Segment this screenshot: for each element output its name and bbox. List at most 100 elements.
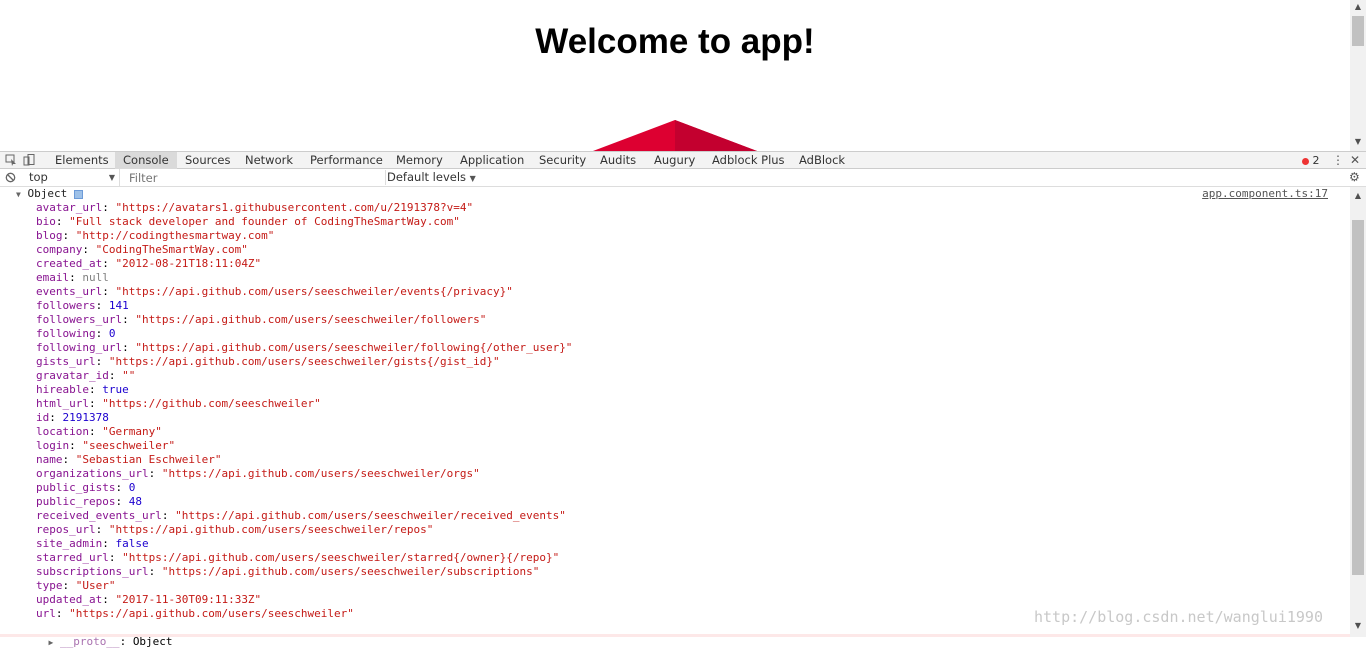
tab-memory[interactable]: Memory <box>388 152 451 169</box>
property-row[interactable]: gists_url: "https://api.github.com/users… <box>36 355 500 369</box>
property-row[interactable]: blog: "http://codingthesmartway.com" <box>36 229 274 243</box>
property-row[interactable]: subscriptions_url: "https://api.github.c… <box>36 565 539 579</box>
property-row[interactable]: following: 0 <box>36 327 115 341</box>
chevron-down-icon: ▼ <box>469 174 476 183</box>
property-key: site_admin <box>36 537 103 550</box>
property-key: public_repos <box>36 495 116 508</box>
property-separator: : <box>88 425 103 438</box>
property-row[interactable]: created_at: "2012-08-21T18:11:04Z" <box>36 257 261 271</box>
tab-adblock-plus[interactable]: Adblock Plus <box>704 152 793 169</box>
property-key: events_url <box>36 285 103 298</box>
property-row[interactable]: company: "CodingTheSmartWay.com" <box>36 243 248 257</box>
tab-augury[interactable]: Augury <box>646 152 703 169</box>
property-separator: : <box>115 495 129 508</box>
scroll-up-icon[interactable]: ▲ <box>1350 0 1366 14</box>
tab-sources[interactable]: Sources <box>177 152 239 169</box>
proto-row[interactable]: ▶ __proto__: Object <box>22 621 173 648</box>
property-row[interactable]: type: "User" <box>36 579 116 593</box>
property-key: received_events_url <box>36 509 162 522</box>
property-row[interactable]: gravatar_id: "" <box>36 369 135 383</box>
property-row[interactable]: public_repos: 48 <box>36 495 142 509</box>
property-key: bio <box>36 215 56 228</box>
property-separator: : <box>95 299 109 312</box>
property-row[interactable]: site_admin: false <box>36 537 149 551</box>
property-separator: : <box>69 271 83 284</box>
expand-right-icon[interactable]: ▶ <box>49 638 54 647</box>
property-value: "2017-11-30T09:11:33Z" <box>115 593 262 606</box>
inspect-element-icon[interactable] <box>5 154 17 166</box>
property-value: "https://api.github.com/users/seeschweil… <box>122 551 560 564</box>
object-entry[interactable]: ▼ Object <box>16 187 83 201</box>
property-row[interactable]: organizations_url: "https://api.github.c… <box>36 467 480 481</box>
tab-adblock[interactable]: AdBlock <box>791 152 853 169</box>
property-value: "https://api.github.com/users/seeschweil… <box>175 509 566 522</box>
property-row[interactable]: updated_at: "2017-11-30T09:11:33Z" <box>36 593 261 607</box>
property-row[interactable]: email: null <box>36 271 109 285</box>
property-row[interactable]: followers_url: "https://api.github.com/u… <box>36 313 486 327</box>
property-key: following <box>36 327 96 340</box>
property-row[interactable]: avatar_url: "https://avatars1.githubuser… <box>36 201 473 215</box>
property-separator: : <box>122 313 136 326</box>
property-row[interactable]: html_url: "https://github.com/seeschweil… <box>36 397 321 411</box>
scroll-down-icon[interactable]: ▼ <box>1350 135 1366 149</box>
property-separator: : <box>102 257 116 270</box>
context-selector[interactable]: top ▼ <box>23 169 120 186</box>
property-row[interactable]: hireable: true <box>36 383 129 397</box>
source-link[interactable]: app.component.ts:17 <box>1202 187 1328 201</box>
property-separator: : <box>102 593 116 606</box>
error-counter[interactable]: 2 <box>1302 152 1320 169</box>
log-levels-dropdown[interactable]: Default levels ▼ <box>387 169 476 186</box>
property-row[interactable]: received_events_url: "https://api.github… <box>36 509 566 523</box>
close-devtools-icon[interactable]: ✕ <box>1350 152 1360 169</box>
property-key: name <box>36 453 63 466</box>
property-value: "User" <box>75 579 116 592</box>
property-key: subscriptions_url <box>36 565 149 578</box>
property-row[interactable]: repos_url: "https://api.github.com/users… <box>36 523 433 537</box>
property-key: location <box>36 425 89 438</box>
device-toolbar-icon[interactable] <box>23 154 35 166</box>
tab-performance[interactable]: Performance <box>302 152 391 169</box>
tab-audits[interactable]: Audits <box>592 152 644 169</box>
console-scrollbar[interactable]: ▲ ▼ <box>1350 187 1366 637</box>
property-separator: : <box>55 215 70 228</box>
devtools-tab-bar: Elements Console Sources Network Perform… <box>0 151 1366 169</box>
page-scrollbar[interactable]: ▲ ▼ <box>1350 0 1366 151</box>
property-row[interactable]: following_url: "https://api.github.com/u… <box>36 341 572 355</box>
tab-application[interactable]: Application <box>452 152 532 169</box>
more-options-icon[interactable]: ⋮ <box>1332 152 1344 169</box>
console-settings-icon[interactable]: ⚙ <box>1349 169 1360 186</box>
tab-console[interactable]: Console <box>115 152 177 169</box>
property-separator: : <box>122 341 136 354</box>
page-scrollbar-thumb[interactable] <box>1352 16 1364 46</box>
property-separator: : <box>148 467 162 480</box>
expand-triangle-icon[interactable]: ▼ <box>16 190 21 199</box>
property-key: public_gists <box>36 481 116 494</box>
scroll-up-icon[interactable]: ▲ <box>1350 189 1366 203</box>
property-value: true <box>102 383 129 396</box>
property-row[interactable]: url: "https://api.github.com/users/seesc… <box>36 607 354 621</box>
property-row[interactable]: id: 2191378 <box>36 411 109 425</box>
property-value: "https://api.github.com/users/seeschweil… <box>135 341 573 354</box>
console-scrollbar-thumb[interactable] <box>1352 220 1364 575</box>
property-row[interactable]: events_url: "https://api.github.com/user… <box>36 285 513 299</box>
property-row[interactable]: name: "Sebastian Eschweiler" <box>36 453 221 467</box>
scroll-down-icon[interactable]: ▼ <box>1350 619 1366 633</box>
clear-console-icon[interactable] <box>5 172 16 183</box>
property-key: starred_url <box>36 551 109 564</box>
property-row[interactable]: bio: "Full stack developer and founder o… <box>36 215 460 229</box>
property-value: "https://api.github.com/users/seeschweil… <box>135 313 487 326</box>
tab-network[interactable]: Network <box>237 152 301 169</box>
property-row[interactable]: location: "Germany" <box>36 425 162 439</box>
info-icon <box>73 189 83 199</box>
property-row[interactable]: login: "seeschweiler" <box>36 439 175 453</box>
property-row[interactable]: public_gists: 0 <box>36 481 135 495</box>
property-row[interactable]: starred_url: "https://api.github.com/use… <box>36 551 559 565</box>
tab-security[interactable]: Security <box>531 152 594 169</box>
property-key: hireable <box>36 383 89 396</box>
filter-input[interactable] <box>125 170 386 185</box>
tab-elements[interactable]: Elements <box>47 152 117 169</box>
property-key: company <box>36 243 83 256</box>
property-value: 48 <box>128 495 142 508</box>
property-row[interactable]: followers: 141 <box>36 299 129 313</box>
property-key: updated_at <box>36 593 103 606</box>
